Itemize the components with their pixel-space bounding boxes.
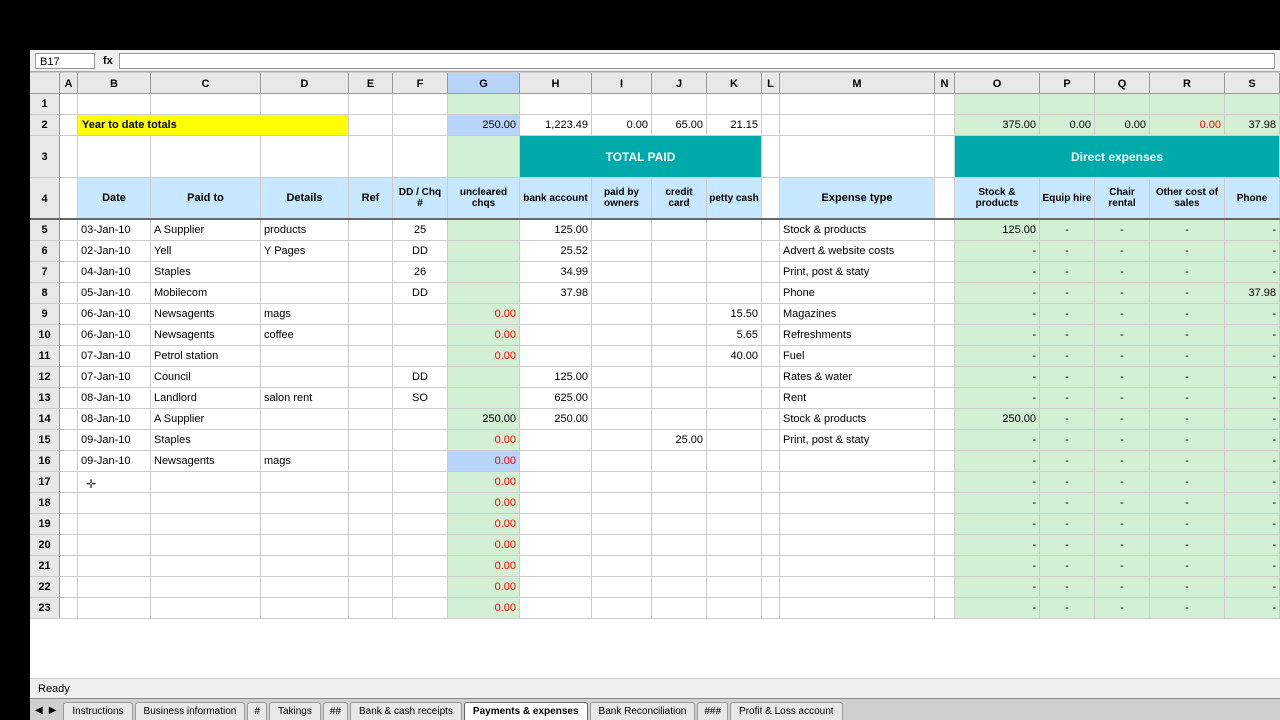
row-1: 1	[30, 94, 1280, 115]
table-row[interactable]: 10 06-Jan-10 Newsagents coffee 0.00 5.65…	[30, 325, 1280, 346]
header-paid-by-owners: paid by owners	[592, 178, 652, 218]
formula-equals: fx	[103, 55, 113, 67]
table-row[interactable]: 20 0.00 - - - - - -	[30, 535, 1280, 556]
tab-hash2[interactable]: ##	[323, 702, 348, 720]
status-bar: Ready	[30, 678, 1280, 698]
table-row[interactable]: 14 08-Jan-10 A Supplier 250.00 250.00 St…	[30, 409, 1280, 430]
table-row[interactable]: 17 ✛ 0.00 - - - - - -	[30, 472, 1280, 493]
col-header-l[interactable]: L	[762, 73, 780, 93]
tab-scroll-left[interactable]: ◀	[32, 702, 46, 720]
data-rows: 5 03-Jan-10 A Supplier products 25 125.0…	[30, 220, 1280, 619]
row2-q: 0.00	[1095, 115, 1150, 135]
col-header-e[interactable]: E	[349, 73, 393, 93]
year-to-date-label: Year to date totals	[78, 115, 349, 135]
header-dd-chq: DD / Chq #	[393, 178, 448, 218]
header-phone: Phone	[1225, 178, 1280, 218]
col-header-q[interactable]: Q	[1095, 73, 1150, 93]
tab-takings[interactable]: Takings	[269, 702, 321, 720]
table-row[interactable]: 11 07-Jan-10 Petrol station 0.00 40.00 F…	[30, 346, 1280, 367]
col-header-f[interactable]: F	[393, 73, 448, 93]
col-header-p[interactable]: P	[1040, 73, 1095, 93]
formula-bar: B17 fx	[30, 50, 1280, 72]
header-ref: Ref	[349, 178, 393, 218]
header-expense-type: Expense type	[780, 178, 935, 218]
table-row[interactable]: 16 09-Jan-10 Newsagents mags 0.00 - - - …	[30, 451, 1280, 472]
tab-instructions[interactable]: Instructions	[63, 702, 132, 720]
col-header-m[interactable]: M	[780, 73, 935, 93]
tab-bar: ◀ ▶ Instructions Business information # …	[30, 698, 1280, 720]
tab-scroll-right[interactable]: ▶	[46, 702, 60, 720]
table-row[interactable]: 8 05-Jan-10 Mobilecom DD 37.98 Phone - -…	[30, 283, 1280, 304]
col-header-h[interactable]: H	[520, 73, 592, 93]
table-row[interactable]: 19 0.00 - - - - - -	[30, 514, 1280, 535]
col-header-b[interactable]: B	[78, 73, 151, 93]
table-row[interactable]: 6 02-Jan-10 Yell Y Pages DD 25.52 Advert…	[30, 241, 1280, 262]
col-header-j[interactable]: J	[652, 73, 707, 93]
top-left-corner	[0, 50, 30, 720]
row2-p: 0.00	[1040, 115, 1095, 135]
tab-hash1[interactable]: #	[247, 702, 267, 720]
col-header-g[interactable]: G	[448, 73, 520, 93]
header-bank: bank account	[520, 178, 592, 218]
header-details: Details	[261, 178, 349, 218]
row2-g: 250.00	[448, 115, 520, 135]
row2-s: 37.98	[1225, 115, 1280, 135]
table-row[interactable]: 13 08-Jan-10 Landlord salon rent SO 625.…	[30, 388, 1280, 409]
row2-o: 375.00	[955, 115, 1040, 135]
header-equip: Equip hire	[1040, 178, 1095, 218]
row2-k: 21.15	[707, 115, 762, 135]
col-header-d[interactable]: D	[261, 73, 349, 93]
tab-bank-recon[interactable]: Bank Reconciliation	[590, 702, 696, 720]
header-stock: Stock & products	[955, 178, 1040, 218]
table-row[interactable]: 23 0.00 - - - - - -	[30, 598, 1280, 619]
header-paid-to: Paid to	[151, 178, 261, 218]
total-paid-label: TOTAL PAID	[520, 136, 762, 177]
header-other: Other cost of sales	[1150, 178, 1225, 218]
spreadsheet-main: A B C D E F G H I J K L M N O P Q R S T …	[30, 72, 1280, 678]
table-row[interactable]: 21 0.00 - - - - - -	[30, 556, 1280, 577]
col-header-n[interactable]: N	[935, 73, 955, 93]
direct-expenses-label: Direct expenses	[955, 136, 1280, 177]
col-header-rownum	[30, 73, 60, 93]
status-text: Ready	[38, 683, 70, 695]
col-header-a[interactable]: A	[60, 73, 78, 93]
header-uncleared: uncleared chqs	[448, 178, 520, 218]
col-header-s[interactable]: S	[1225, 73, 1280, 93]
col-header-r[interactable]: R	[1150, 73, 1225, 93]
row2-r: 0.00	[1150, 115, 1225, 135]
header-date: Date	[78, 178, 151, 218]
table-row[interactable]: 12 07-Jan-10 Council DD 125.00 Rates & w…	[30, 367, 1280, 388]
tab-business-info[interactable]: Business information	[135, 702, 246, 720]
tab-payments[interactable]: Payments & expenses	[464, 702, 588, 720]
table-row[interactable]: 5 03-Jan-10 A Supplier products 25 125.0…	[30, 220, 1280, 241]
row2-i: 0.00	[592, 115, 652, 135]
col-header-o[interactable]: O	[955, 73, 1040, 93]
header-chair: Chair rental	[1095, 178, 1150, 218]
col-header-k[interactable]: K	[707, 73, 762, 93]
col-header-c[interactable]: C	[151, 73, 261, 93]
row2-h: 1,223.49	[520, 115, 592, 135]
row-4-headers: 4 Date Paid to Details Ref DD / Chq # un…	[30, 178, 1280, 220]
table-row[interactable]: 15 09-Jan-10 Staples 0.00 25.00 Print, p…	[30, 430, 1280, 451]
table-row[interactable]: 18 0.00 - - - - - -	[30, 493, 1280, 514]
tab-bank-cash[interactable]: Bank & cash receipts	[350, 702, 462, 720]
table-row[interactable]: 9 06-Jan-10 Newsagents mags 0.00 15.50 M…	[30, 304, 1280, 325]
header-petty: petty cash	[707, 178, 762, 218]
formula-content[interactable]	[119, 53, 1275, 69]
cell-ref-box[interactable]: B17	[35, 53, 95, 69]
row-2: 2 Year to date totals 250.00 1,223.49 0.…	[30, 115, 1280, 136]
table-row[interactable]: 7 04-Jan-10 Staples 26 34.99 Print, post…	[30, 262, 1280, 283]
col-header-row: A B C D E F G H I J K L M N O P Q R S T	[30, 72, 1280, 94]
header-credit: credit card	[652, 178, 707, 218]
tab-profit-loss[interactable]: Profit & Loss account	[730, 702, 843, 720]
row2-j: 65.00	[652, 115, 707, 135]
row-3: 3 TOTAL PAID Direct expenses	[30, 136, 1280, 178]
table-row[interactable]: 22 0.00 - - - - - -	[30, 577, 1280, 598]
tab-hash3[interactable]: ###	[697, 702, 728, 720]
col-header-i[interactable]: I	[592, 73, 652, 93]
